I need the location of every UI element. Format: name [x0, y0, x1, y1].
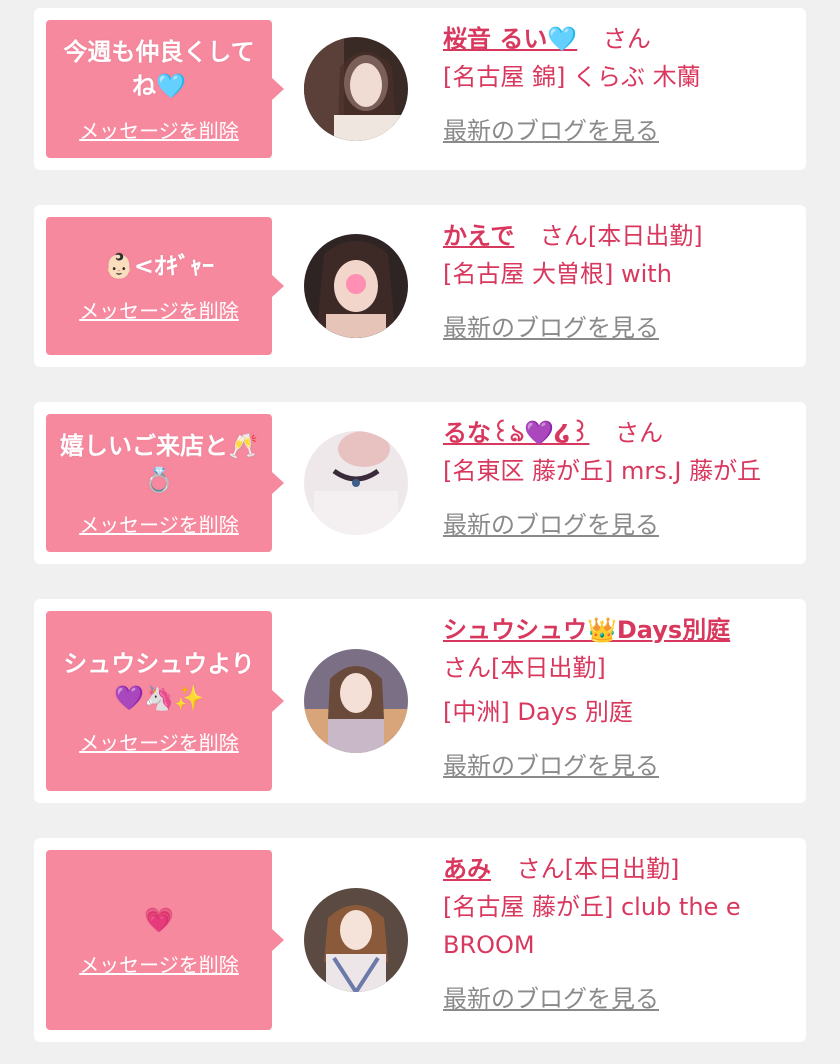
message-bubble: 嬉しいご来店と🥂💍 メッセージを削除 [46, 414, 284, 552]
message-card: 嬉しいご来店と🥂💍 メッセージを削除 るな꒰ঌ💜໒꒱ さん [名東区 藤が丘] … [34, 402, 806, 564]
delete-message-link[interactable]: メッセージを削除 [79, 949, 239, 978]
latest-blog-link[interactable]: 最新のブログを見る [443, 309, 659, 347]
shop-info: [名古屋 大曽根] with [443, 260, 672, 288]
name-suffix: さん[本日出勤] [443, 654, 606, 682]
shop-info: [中洲] Days 別庭 [443, 698, 633, 726]
avatar[interactable] [304, 888, 408, 992]
message-text: 💗 [144, 905, 174, 934]
avatar[interactable] [304, 431, 408, 535]
name-suffix: さん [615, 419, 664, 447]
message-bubble: 💗 メッセージを削除 [46, 850, 284, 1030]
message-bubble: シュウシュウより💜🦄✨ メッセージを削除 [46, 611, 284, 791]
cast-info: シュウシュウ👑Days別庭 さん[本日出勤] [中洲] Days 別庭 最新のブ… [443, 611, 798, 785]
cast-info: あみ さん[本日出勤] [名古屋 藤が丘] club the e BROOM 最… [443, 850, 798, 1018]
name-suffix: さん [602, 25, 651, 53]
message-card: 今週も仲良くしてね🩵 メッセージを削除 桜音 るい🩵 さん [名古屋 錦] くら… [34, 8, 806, 170]
name-suffix: さん[本日出勤] [539, 222, 703, 250]
message-text: 今週も仲良くしてね🩵 [63, 37, 255, 100]
delete-message-link[interactable]: メッセージを削除 [79, 727, 239, 756]
name-suffix: さん[本日出勤] [516, 855, 680, 883]
cast-name-link[interactable]: かえで [443, 222, 514, 250]
cast-info: るな꒰ঌ💜໒꒱ さん [名東区 藤が丘] mrs.J 藤が丘 最新のブログを見る [443, 414, 798, 544]
latest-blog-link[interactable]: 最新のブログを見る [443, 980, 659, 1018]
latest-blog-link[interactable]: 最新のブログを見る [443, 506, 659, 544]
shop-info: [名古屋 錦] くらぶ 木蘭 [443, 63, 701, 91]
cast-name-link[interactable]: シュウシュウ👑Days別庭 [443, 616, 730, 644]
message-text: シュウシュウより💜🦄✨ [63, 649, 255, 712]
cast-name-link[interactable]: あみ [443, 855, 491, 883]
avatar[interactable] [304, 649, 408, 753]
cast-name-link[interactable]: 桜音 るい🩵 [443, 25, 577, 53]
latest-blog-link[interactable]: 最新のブログを見る [443, 112, 659, 150]
cast-name-link[interactable]: るな꒰ঌ💜໒꒱ [443, 419, 589, 447]
message-card: シュウシュウより💜🦄✨ メッセージを削除 シュウシュウ👑Days別庭 さん[本日… [34, 599, 806, 803]
message-text: 👶🏻<ｵｷﾞｬｰ [104, 251, 214, 280]
delete-message-link[interactable]: メッセージを削除 [79, 295, 239, 324]
avatar[interactable] [304, 37, 408, 141]
cast-info: かえで さん[本日出勤] [名古屋 大曽根] with 最新のブログを見る [443, 217, 798, 347]
message-text: 嬉しいご来店と🥂💍 [60, 431, 258, 494]
cast-info: 桜音 るい🩵 さん [名古屋 錦] くらぶ 木蘭 最新のブログを見る [443, 20, 798, 150]
message-card: 👶🏻<ｵｷﾞｬｰ メッセージを削除 かえで さん[本日出勤] [名古屋 大曽根]… [34, 205, 806, 367]
latest-blog-link[interactable]: 最新のブログを見る [443, 747, 659, 785]
avatar[interactable] [304, 234, 408, 338]
message-bubble: 今週も仲良くしてね🩵 メッセージを削除 [46, 20, 284, 158]
message-bubble: 👶🏻<ｵｷﾞｬｰ メッセージを削除 [46, 217, 284, 355]
message-card: 💗 メッセージを削除 あみ さん[本日出勤] [名古屋 藤が丘] club th… [34, 838, 806, 1042]
delete-message-link[interactable]: メッセージを削除 [79, 115, 239, 144]
shop-info: [名古屋 藤が丘] club the e BROOM [443, 893, 741, 959]
shop-info: [名東区 藤が丘] mrs.J 藤が丘 [443, 457, 762, 485]
delete-message-link[interactable]: メッセージを削除 [79, 509, 239, 538]
